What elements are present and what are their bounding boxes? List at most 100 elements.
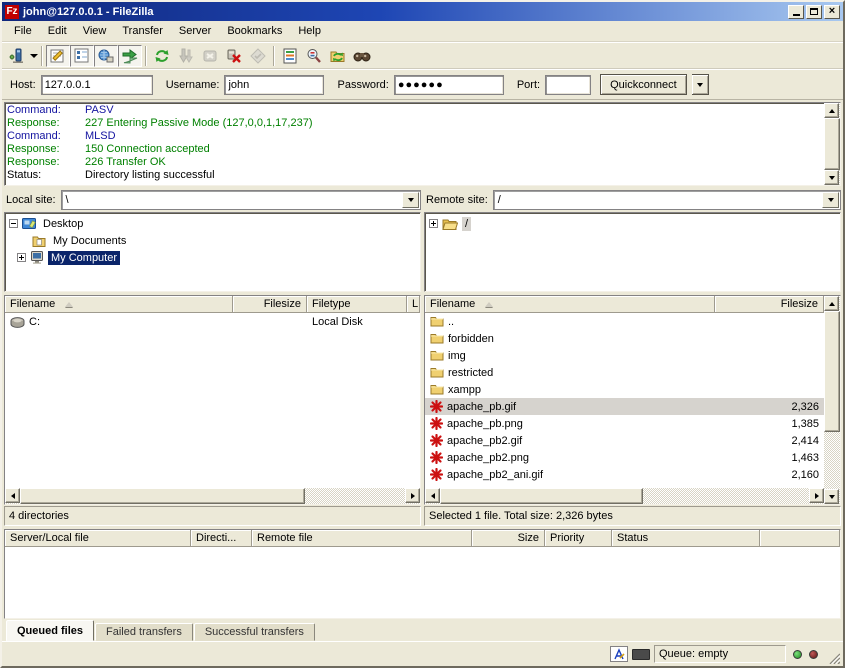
scroll-right-icon[interactable] bbox=[809, 488, 824, 503]
remote-file-row[interactable]: apache_pb2_ani.gif2,160 bbox=[425, 466, 824, 483]
scrollbar-thumb[interactable] bbox=[824, 311, 840, 432]
toggle-message-log-button[interactable] bbox=[46, 45, 70, 67]
local-file-row[interactable]: C: Local Disk bbox=[5, 313, 420, 330]
toggle-remote-tree-button[interactable] bbox=[94, 45, 118, 67]
filter-button[interactable] bbox=[278, 45, 302, 67]
remote-site-label: Remote site: bbox=[424, 194, 493, 206]
log-scrollbar[interactable] bbox=[824, 103, 840, 185]
maximize-button[interactable] bbox=[806, 5, 822, 19]
cancel-operation-button[interactable] bbox=[198, 45, 222, 67]
remote-file-row[interactable]: .. bbox=[425, 313, 824, 330]
host-input[interactable] bbox=[41, 75, 153, 95]
tab-successful-transfers[interactable]: Successful transfers bbox=[194, 623, 315, 641]
menu-transfer[interactable]: Transfer bbox=[114, 23, 171, 39]
remote-file-row[interactable]: restricted bbox=[425, 364, 824, 381]
tab-queued-files[interactable]: Queued files bbox=[6, 620, 94, 641]
column-filename[interactable]: Filename bbox=[5, 296, 233, 313]
username-input[interactable] bbox=[224, 75, 324, 95]
scroll-down-icon[interactable] bbox=[824, 170, 839, 185]
remote-file-row[interactable]: apache_pb2.png1,463 bbox=[425, 449, 824, 466]
remote-file-row[interactable]: apache_pb2.gif2,414 bbox=[425, 432, 824, 449]
encryption-indicator-icon[interactable] bbox=[632, 649, 650, 660]
find-files-button[interactable] bbox=[350, 45, 374, 67]
quickconnect-dropdown-button[interactable] bbox=[692, 74, 709, 95]
quickconnect-button[interactable]: Quickconnect bbox=[600, 74, 687, 95]
column-remote-file[interactable]: Remote file bbox=[252, 530, 472, 547]
password-input[interactable] bbox=[394, 75, 504, 95]
menu-bookmarks[interactable]: Bookmarks bbox=[219, 23, 290, 39]
menu-server[interactable]: Server bbox=[171, 23, 219, 39]
directory-comparison-button[interactable] bbox=[302, 45, 326, 67]
column-filesize[interactable]: Filesize bbox=[715, 296, 824, 313]
tab-failed-transfers[interactable]: Failed transfers bbox=[95, 623, 193, 641]
combo-dropdown-button[interactable] bbox=[402, 192, 419, 208]
tree-item-my-computer[interactable]: My Computer bbox=[5, 249, 420, 266]
remote-file-row[interactable]: apache_pb.png1,385 bbox=[425, 415, 824, 432]
menu-view[interactable]: View bbox=[75, 23, 115, 39]
scrollbar-thumb[interactable] bbox=[20, 488, 305, 504]
remote-vertical-scrollbar[interactable] bbox=[824, 296, 840, 504]
column-filetype[interactable]: Filetype bbox=[307, 296, 407, 313]
toggle-local-tree-button[interactable] bbox=[70, 45, 94, 67]
remote-file-row[interactable]: xampp bbox=[425, 381, 824, 398]
file-name: C: bbox=[29, 316, 40, 328]
filter-icon bbox=[282, 48, 298, 64]
column-server-local-file[interactable]: Server/Local file bbox=[5, 530, 191, 547]
quickconnect-bar: Host: Username: Password: Port: Quickcon… bbox=[2, 69, 843, 100]
column-priority[interactable]: Priority bbox=[545, 530, 612, 547]
expand-icon[interactable] bbox=[17, 253, 26, 262]
tree-item-my-documents[interactable]: My Documents bbox=[5, 232, 420, 249]
scroll-right-icon[interactable] bbox=[405, 488, 420, 503]
scroll-left-icon[interactable] bbox=[5, 488, 20, 503]
expand-icon[interactable] bbox=[429, 219, 438, 228]
process-queue-button[interactable] bbox=[174, 45, 198, 67]
scrollbar-thumb[interactable] bbox=[440, 488, 643, 504]
site-manager-button[interactable] bbox=[4, 45, 28, 67]
disconnect-button[interactable] bbox=[222, 45, 246, 67]
column-filesize[interactable]: Filesize bbox=[233, 296, 307, 313]
column-direction[interactable]: Directi... bbox=[191, 530, 252, 547]
local-site-combo[interactable]: \ bbox=[61, 190, 421, 210]
remote-file-row[interactable]: forbidden bbox=[425, 330, 824, 347]
menu-bar: File Edit View Transfer Server Bookmarks… bbox=[2, 21, 843, 42]
synchronized-browsing-button[interactable] bbox=[326, 45, 350, 67]
menu-help[interactable]: Help bbox=[290, 23, 329, 39]
column-filename[interactable]: Filename bbox=[425, 296, 715, 313]
tree-item-root[interactable]: / bbox=[425, 215, 840, 232]
scrollbar-thumb[interactable] bbox=[824, 118, 840, 170]
collapse-icon[interactable] bbox=[9, 219, 18, 228]
folder-icon bbox=[430, 367, 444, 378]
remote-file-row[interactable]: img bbox=[425, 347, 824, 364]
column-last-modified[interactable]: L bbox=[407, 296, 420, 313]
queue-body[interactable] bbox=[5, 547, 840, 618]
scroll-down-icon[interactable] bbox=[824, 489, 839, 504]
local-tree: Desktop My Documents My Computer bbox=[4, 212, 421, 292]
refresh-button[interactable] bbox=[150, 45, 174, 67]
remote-file-row-selected[interactable]: apache_pb.gif2,326 bbox=[425, 398, 824, 415]
resize-grip[interactable] bbox=[826, 650, 840, 664]
log-text: MLSD bbox=[85, 130, 116, 143]
column-status[interactable]: Status bbox=[612, 530, 760, 547]
menu-file[interactable]: File bbox=[6, 23, 40, 39]
port-label: Port: bbox=[517, 79, 540, 91]
scroll-up-icon[interactable] bbox=[824, 296, 839, 311]
title-bar[interactable]: Fz john@127.0.0.1 - FileZilla × bbox=[2, 2, 843, 21]
minimize-button[interactable] bbox=[788, 5, 804, 19]
refresh-icon bbox=[154, 48, 170, 64]
local-horizontal-scrollbar[interactable] bbox=[5, 488, 420, 504]
close-button[interactable]: × bbox=[824, 5, 840, 19]
reconnect-button[interactable] bbox=[246, 45, 270, 67]
column-size[interactable]: Size bbox=[472, 530, 545, 547]
scroll-left-icon[interactable] bbox=[425, 488, 440, 503]
port-input[interactable] bbox=[545, 75, 591, 95]
remote-horizontal-scrollbar[interactable] bbox=[425, 488, 824, 504]
tree-item-desktop[interactable]: Desktop bbox=[5, 215, 420, 232]
scroll-up-icon[interactable] bbox=[824, 103, 839, 118]
queue-header: Server/Local file Directi... Remote file… bbox=[5, 530, 840, 547]
toggle-transfer-queue-button[interactable] bbox=[118, 45, 142, 67]
remote-site-combo[interactable]: / bbox=[493, 190, 841, 210]
site-manager-dropdown-icon[interactable] bbox=[30, 54, 38, 58]
combo-dropdown-button[interactable] bbox=[822, 192, 839, 208]
transfer-type-indicator-icon[interactable] bbox=[610, 646, 628, 662]
menu-edit[interactable]: Edit bbox=[40, 23, 75, 39]
